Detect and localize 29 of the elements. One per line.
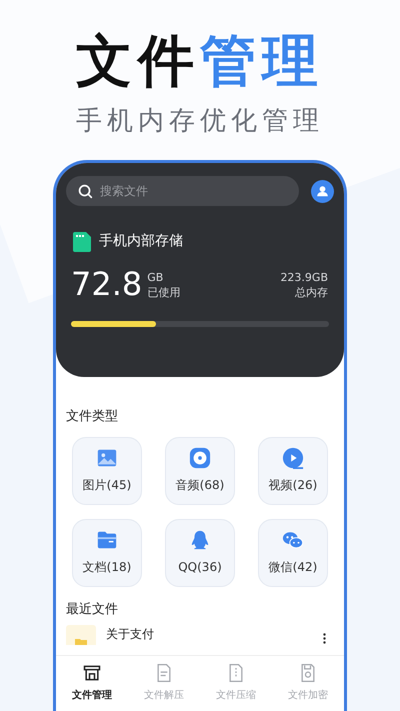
file-type-tile[interactable]: 音频(68) bbox=[165, 436, 235, 504]
sd-card-icon bbox=[73, 232, 91, 252]
search-icon bbox=[78, 184, 93, 199]
search-field[interactable]: 搜索文件 bbox=[66, 176, 299, 206]
folder-icon bbox=[75, 638, 87, 645]
file-type-tile[interactable]: 文档(18) bbox=[72, 518, 142, 586]
nav-tab[interactable]: 文件管理 bbox=[56, 656, 128, 711]
total-label: 总内存 bbox=[295, 285, 328, 300]
recent-file-name[interactable]: 关于支付 bbox=[106, 625, 154, 643]
play-icon bbox=[282, 447, 304, 469]
image-icon bbox=[96, 447, 118, 469]
folder-icon bbox=[96, 529, 118, 551]
used-unit: GB bbox=[147, 270, 164, 285]
total-amount: 223.9GB bbox=[280, 270, 328, 285]
section-title: 文件类型 bbox=[66, 408, 119, 426]
storage-title: 手机内部存储 bbox=[99, 232, 183, 251]
avatar-icon[interactable] bbox=[311, 180, 334, 202]
chat-bubbles-icon bbox=[282, 529, 304, 551]
headline: 文件管理 bbox=[76, 34, 324, 90]
file-type-tile[interactable]: 微信(42) bbox=[258, 518, 328, 586]
section-title: 最近文件 bbox=[66, 600, 119, 618]
file-type-tile[interactable]: 图片(45) bbox=[72, 436, 142, 504]
used-amount: 72.8 bbox=[71, 268, 142, 300]
used-label: 已使用 bbox=[147, 285, 180, 300]
file-type-tile[interactable]: QQ(36) bbox=[165, 518, 235, 586]
subtitle: 手机内存优化管理 bbox=[76, 108, 324, 134]
more-icon[interactable] bbox=[323, 633, 326, 644]
penguin-icon bbox=[189, 529, 211, 551]
file-type-tile[interactable]: 视频(26) bbox=[258, 436, 328, 504]
